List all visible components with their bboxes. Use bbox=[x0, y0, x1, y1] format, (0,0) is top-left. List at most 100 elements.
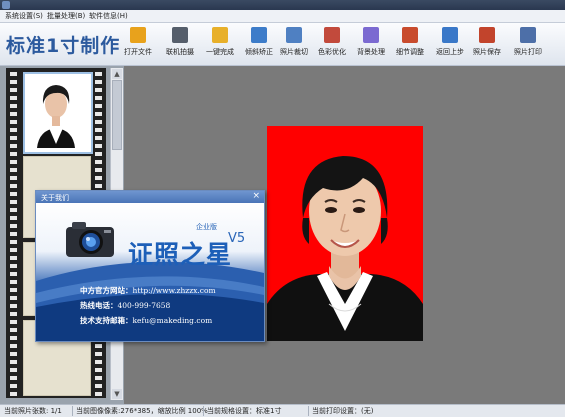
hotline-value: 400-999-7658 bbox=[117, 301, 171, 310]
film-sprocket bbox=[10, 104, 17, 108]
palette-icon bbox=[324, 27, 340, 43]
film-sprocket bbox=[10, 216, 17, 220]
film-sprocket bbox=[95, 152, 102, 156]
film-sprocket bbox=[10, 248, 17, 252]
toolbar-button-label: 打开文件 bbox=[124, 48, 152, 56]
camera-icon bbox=[172, 27, 188, 43]
camera-logo-icon bbox=[66, 222, 114, 257]
toolbar-button-label: 返回上步 bbox=[436, 48, 464, 56]
toolbar-button-4[interactable]: 倾斜矫正 bbox=[239, 27, 279, 61]
edition-label: 企业版 bbox=[196, 223, 217, 231]
toolbar-button-11[interactable]: 照片打印 bbox=[508, 27, 548, 61]
support-email-value[interactable]: kefu@makeding.com bbox=[133, 316, 213, 325]
toolbar-button-7[interactable]: 背景处理 bbox=[351, 27, 391, 61]
menu-batch[interactable]: 批量处理(B) bbox=[47, 11, 85, 21]
menu-system-settings[interactable]: 系统设置(S) bbox=[5, 11, 43, 21]
film-sprocket bbox=[10, 256, 17, 260]
background-icon bbox=[363, 27, 379, 43]
film-sprocket bbox=[95, 144, 102, 148]
dialog-body: 企业版 证照之星 V5 中方官方网站：http://www.zhzzx.com … bbox=[36, 203, 264, 341]
toolbar-button-10[interactable]: 照片保存 bbox=[467, 27, 507, 61]
film-sprocket bbox=[95, 72, 102, 76]
film-sprocket bbox=[95, 368, 102, 372]
film-sprocket bbox=[10, 152, 17, 156]
toolbar-button-2[interactable]: 联机拍摄 bbox=[160, 27, 200, 61]
status-spec-setting: 当前规格设置：标准1寸 bbox=[207, 407, 282, 415]
toolbar-button-1[interactable]: 打开文件 bbox=[118, 27, 158, 61]
save-icon bbox=[479, 27, 495, 43]
support-email-line: 技术支持邮箱：kefu@makeding.com bbox=[80, 315, 212, 326]
toolbar-button-8[interactable]: 细节调整 bbox=[390, 27, 430, 61]
film-sprocket bbox=[10, 232, 17, 236]
toolbar-button-6[interactable]: 色彩优化 bbox=[312, 27, 352, 61]
toolbar-button-label: 联机拍摄 bbox=[166, 48, 194, 56]
website-line: 中方官方网站：http://www.zhzzx.com bbox=[80, 285, 216, 296]
film-sprocket bbox=[10, 352, 17, 356]
support-email-label: 技术支持邮箱： bbox=[80, 316, 133, 325]
film-sprocket bbox=[10, 112, 17, 116]
film-sprocket bbox=[10, 224, 17, 228]
status-separator bbox=[72, 406, 73, 416]
website-value[interactable]: http://www.zhzzx.com bbox=[133, 286, 216, 295]
scroll-up-icon[interactable]: ▲ bbox=[112, 69, 122, 79]
website-label: 中方官方网站： bbox=[80, 286, 133, 295]
film-sprocket bbox=[10, 144, 17, 148]
toolbar-button-9[interactable]: 返回上步 bbox=[430, 27, 470, 61]
menu-software-info[interactable]: 软件信息(H) bbox=[89, 11, 128, 21]
id-photo[interactable] bbox=[267, 126, 423, 341]
close-icon[interactable]: × bbox=[252, 191, 260, 201]
film-sprocket bbox=[10, 160, 17, 164]
toolbar: 标准1寸制作 打开文件 联机拍摄 一键完成 倾斜矫正 照片裁切 色彩优化 背景处理 细节调整 返… bbox=[0, 23, 565, 66]
status-bar: 当前照片张数: 1/1 当前图像像素:276*385，缩放比例 100% 当前规… bbox=[0, 404, 565, 417]
film-sprocket bbox=[95, 168, 102, 172]
toolbar-button-label: 一键完成 bbox=[206, 48, 234, 56]
film-sprocket bbox=[10, 72, 17, 76]
film-sprocket bbox=[10, 168, 17, 172]
film-sprocket bbox=[95, 136, 102, 140]
film-sprocket bbox=[10, 136, 17, 140]
film-sprocket bbox=[95, 392, 102, 396]
film-sprocket bbox=[10, 192, 17, 196]
app-title: 标准1寸制作 bbox=[6, 35, 121, 57]
toolbar-button-5[interactable]: 照片裁切 bbox=[274, 27, 314, 61]
version-label: V5 bbox=[228, 231, 246, 246]
film-sprocket bbox=[95, 120, 102, 124]
film-sprocket bbox=[10, 384, 17, 388]
scroll-thumb[interactable] bbox=[112, 80, 122, 150]
film-sprocket bbox=[10, 328, 17, 332]
toolbar-button-3[interactable]: 一键完成 bbox=[200, 27, 240, 61]
wand-icon bbox=[212, 27, 228, 43]
film-sprocket bbox=[10, 344, 17, 348]
film-sprocket bbox=[10, 368, 17, 372]
film-sprocket bbox=[10, 96, 17, 100]
toolbar-button-label: 倾斜矫正 bbox=[245, 48, 273, 56]
rotate-icon bbox=[251, 27, 267, 43]
adjust-icon bbox=[402, 27, 418, 43]
film-sprocket bbox=[10, 88, 17, 92]
brand-name: 证照之星 bbox=[128, 240, 233, 269]
film-sprocket bbox=[95, 128, 102, 132]
crop-icon bbox=[286, 27, 302, 43]
thumbnail-selected[interactable] bbox=[23, 72, 93, 154]
about-dialog: 关于我们 × 企业版 证照之星 V5 中方官方网站：http://www.zhz… bbox=[35, 190, 265, 342]
film-sprocket bbox=[95, 184, 102, 188]
film-sprocket bbox=[10, 296, 17, 300]
portrait-image bbox=[267, 126, 423, 341]
film-sprocket bbox=[10, 240, 17, 244]
film-sprocket bbox=[95, 360, 102, 364]
toolbar-button-label: 背景处理 bbox=[357, 48, 385, 56]
dialog-title: 关于我们 bbox=[41, 194, 69, 202]
dialog-title-bar: 关于我们 × bbox=[36, 191, 264, 203]
film-sprocket bbox=[10, 200, 17, 204]
film-sprocket bbox=[95, 344, 102, 348]
scroll-down-icon[interactable]: ▼ bbox=[112, 389, 122, 399]
film-sprocket bbox=[10, 376, 17, 380]
film-sprocket bbox=[95, 384, 102, 388]
thumbnail-photo bbox=[25, 74, 87, 148]
film-sprocket bbox=[95, 96, 102, 100]
film-sprocket bbox=[95, 376, 102, 380]
status-print-setting: 当前打印设置：(无) bbox=[312, 407, 374, 415]
menu-bar: 系统设置(S) 批量处理(B) 软件信息(H) bbox=[0, 10, 565, 23]
film-sprocket bbox=[95, 160, 102, 164]
toolbar-button-label: 照片裁切 bbox=[280, 48, 308, 56]
